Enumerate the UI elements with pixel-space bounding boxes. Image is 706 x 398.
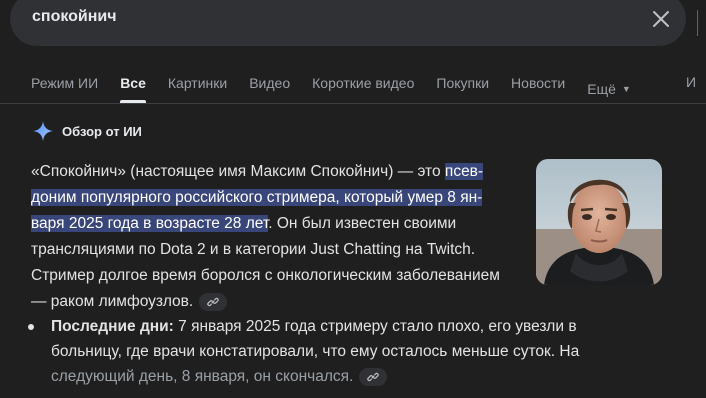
bullet-text-1: 7 января 2025 года стримеру стало плохо,… <box>173 318 577 335</box>
source-link-button[interactable] <box>199 292 228 311</box>
bullet-line-2: больницу, где врачи констатировали, что … <box>51 343 580 360</box>
tab-videos[interactable]: Видео <box>249 74 290 104</box>
highlight-1: псев- <box>444 163 484 180</box>
portrait-image <box>536 159 662 285</box>
line3-rest: . Он был известен своими <box>268 215 457 232</box>
intro-text: «Спокойнич» (настоящее имя Максим Спокой… <box>31 163 445 180</box>
clear-search-button[interactable] <box>646 4 676 34</box>
ai-overview-text: «Спокойнич» (настоящее имя Максим Спокой… <box>31 159 531 315</box>
search-bar[interactable]: спокойнич <box>10 0 686 46</box>
person-photo[interactable] <box>536 159 662 285</box>
text-line-6: — раком лимфоузлов. <box>31 289 531 315</box>
tab-more-label: Ещё <box>587 81 616 97</box>
text-line-2: доним популярного российского стримера, … <box>31 185 531 211</box>
tab-news[interactable]: Новости <box>511 74 565 104</box>
tabs-divider <box>0 103 706 104</box>
search-tabs: Режим ИИ Все Картинки Видео Короткие вид… <box>31 74 653 104</box>
sparkle-icon <box>32 120 54 142</box>
text-line-5: Стример долгое время боролся с онкологич… <box>31 267 500 284</box>
bullet-body: Последние дни: 7 января 2025 года стриме… <box>51 314 613 389</box>
ai-overview-title: Обзор от ИИ <box>62 123 142 139</box>
close-icon <box>653 11 669 27</box>
tab-overflow[interactable]: И <box>686 74 696 90</box>
line6-text: — раком лимфоузлов. <box>31 293 194 310</box>
bullet-source-link-button[interactable] <box>359 367 388 386</box>
highlight-3: варя 2025 года в возрасте 28 лет <box>31 215 269 232</box>
bullet-line-3: следующий день, 8 января, он скончался. <box>51 364 613 389</box>
ai-overview-header: Обзор от ИИ <box>32 120 142 142</box>
text-line-4: трансляциями по Dota 2 и в категории Jus… <box>31 241 476 258</box>
tab-more[interactable]: Ещё ▼ <box>587 74 631 104</box>
tab-all[interactable]: Все <box>120 74 146 104</box>
tab-short-videos[interactable]: Короткие видео <box>312 74 414 104</box>
link-icon <box>367 372 380 382</box>
tab-ai-mode[interactable]: Режим ИИ <box>31 74 98 104</box>
text-line-3: варя 2025 года в возрасте 28 лет. Он был… <box>31 211 531 237</box>
bullet-line-1: Последние дни: 7 января 2025 года стриме… <box>51 314 613 339</box>
highlight-2: доним популярного российского стримера, … <box>31 189 483 206</box>
bullet-item: Последние дни: 7 января 2025 года стриме… <box>28 314 613 389</box>
search-input[interactable]: спокойнич <box>32 8 117 26</box>
chevron-down-icon: ▼ <box>621 84 631 94</box>
link-icon <box>207 297 219 307</box>
tab-images[interactable]: Картинки <box>168 74 227 104</box>
bullet-dot <box>28 324 34 330</box>
bullet-label: Последние дни: <box>51 318 174 335</box>
tab-shopping[interactable]: Покупки <box>436 74 489 104</box>
search-divider <box>697 10 698 36</box>
bullet-text-3: следующий день, 8 января, он скончался. <box>51 368 354 385</box>
text-line-1: «Спокойнич» (настоящее имя Максим Спокой… <box>31 159 531 185</box>
